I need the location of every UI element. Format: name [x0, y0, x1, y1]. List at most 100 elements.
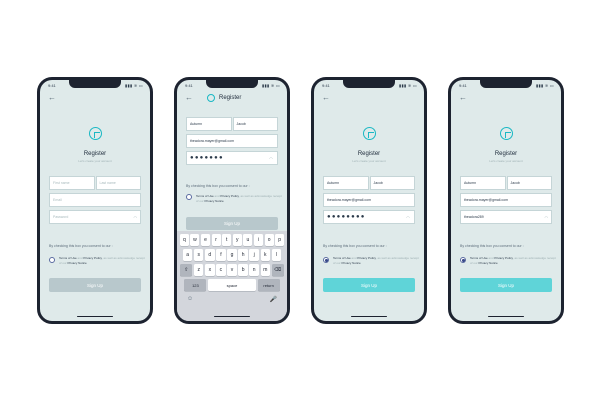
key-z[interactable]: z — [193, 264, 204, 276]
key-f[interactable]: f — [216, 249, 226, 261]
key-g[interactable]: g — [227, 249, 237, 261]
back-arrow-icon[interactable]: ← — [185, 94, 193, 102]
last-name-field[interactable]: Jacob — [232, 117, 278, 131]
consent-text: By checking this box you consent to our … — [186, 184, 250, 188]
consent-text: By checking this box you consent to our … — [460, 244, 524, 248]
back-arrow-icon[interactable]: ← — [459, 94, 467, 102]
last-name-field[interactable]: Jacob — [506, 176, 552, 190]
sign-up-button[interactable]: Sign Up — [460, 278, 552, 292]
key-t[interactable]: t — [222, 234, 232, 246]
privacy-policy-link[interactable]: Privacy Policy — [357, 256, 375, 260]
sign-up-button[interactable]: Sign Up — [49, 278, 141, 292]
key-p[interactable]: p — [275, 234, 285, 246]
logo-icon — [88, 127, 102, 140]
logo-icon — [362, 127, 376, 140]
email-field[interactable]: Email — [49, 193, 141, 207]
key-o[interactable]: o — [264, 234, 274, 246]
privacy-notice-link[interactable]: Privacy Notice — [68, 261, 87, 265]
key-y[interactable]: y — [232, 234, 242, 246]
privacy-notice-link[interactable]: Privacy Notice — [342, 261, 361, 265]
phone-screen-filled: 9:41 ▮▮▮ ≋ ▭ ← Register Let's create you… — [311, 77, 427, 324]
key-i[interactable]: i — [253, 234, 263, 246]
key-d[interactable]: d — [205, 249, 215, 261]
privacy-notice-link[interactable]: Privacy Notice — [479, 261, 498, 265]
eye-icon[interactable]: ◠ — [269, 156, 274, 161]
password-field[interactable]: theadora289 ◠ — [460, 210, 552, 224]
microphone-icon[interactable]: 🎤 — [270, 296, 277, 303]
first-name-field[interactable]: First name — [49, 176, 95, 190]
password-field[interactable]: ●●●●●●●● ◠ — [323, 210, 415, 224]
first-name-field[interactable]: Autumn — [323, 176, 369, 190]
terms-of-use-link[interactable]: Terms of Use — [333, 256, 351, 260]
sign-up-button[interactable]: Sign Up — [323, 278, 415, 292]
consent-checkbox[interactable] — [49, 257, 55, 263]
emoji-icon[interactable]: ☺ — [187, 296, 193, 303]
first-name-field[interactable]: Autumn — [460, 176, 506, 190]
terms-of-use-link[interactable]: Terms of Use — [470, 256, 488, 260]
status-icons: ▮▮▮ ≋ ▭ — [261, 83, 280, 88]
terms-of-use-link[interactable]: Terms of Use — [196, 194, 214, 198]
shift-key[interactable]: ⇧ — [180, 264, 193, 276]
status-time: 9:41 — [459, 83, 467, 88]
terms-text: Terms of Use and Privacy Policy, as well… — [59, 256, 145, 265]
phone-notch — [343, 80, 395, 88]
page-title: Register — [357, 151, 381, 157]
password-field[interactable]: Password ◠ — [49, 210, 141, 224]
first-name-field[interactable]: Autumn — [186, 117, 232, 131]
password-placeholder: Password — [53, 215, 69, 219]
key-x[interactable]: x — [205, 264, 215, 276]
consent-checkbox[interactable] — [186, 194, 192, 200]
email-field[interactable]: theadora.mayer@gmail.com — [186, 134, 278, 148]
key-h[interactable]: h — [238, 249, 248, 261]
status-time: 9:41 — [322, 83, 330, 88]
key-e[interactable]: e — [201, 234, 211, 246]
email-field[interactable]: theadora.mayer@gmail.com — [323, 193, 415, 207]
key-q[interactable]: q — [179, 234, 189, 246]
key-k[interactable]: k — [260, 249, 271, 261]
register-form: Autumn Jacob theadora.mayer@gmail.com ●●… — [323, 176, 415, 227]
key-c[interactable]: c — [216, 264, 226, 276]
sign-up-button[interactable]: Sign Up — [186, 217, 278, 230]
return-key[interactable]: return — [257, 279, 280, 291]
logo-icon — [499, 127, 513, 140]
key-w[interactable]: w — [190, 234, 200, 246]
eye-icon[interactable]: ◠ — [134, 215, 138, 220]
key-b[interactable]: b — [238, 264, 248, 276]
phone-screen-typing: 9:41 ▮▮▮ ≋ ▭ ← Register Autumn Jacob the… — [174, 77, 290, 324]
privacy-policy-link[interactable]: Privacy Policy — [83, 256, 101, 260]
back-arrow-icon[interactable]: ← — [322, 94, 330, 102]
terms-of-use-link[interactable]: Terms of Use — [59, 256, 77, 260]
register-form: First name Last name Email Password ◠ — [49, 176, 141, 227]
email-field[interactable]: theadora.mayer@gmail.com — [460, 193, 552, 207]
home-indicator — [214, 315, 250, 317]
numbers-key[interactable]: 123 — [184, 279, 207, 291]
key-l[interactable]: l — [271, 249, 282, 261]
status-icons: ▮▮▮ ≋ ▭ — [398, 83, 417, 88]
register-form: Autumn Jacob theadora.mayer@gmail.com ●●… — [186, 117, 278, 168]
privacy-policy-link[interactable]: Privacy Policy — [220, 194, 238, 198]
key-n[interactable]: n — [249, 264, 259, 276]
terms-text: Terms of Use and Privacy Policy, as well… — [333, 256, 419, 265]
key-s[interactable]: s — [193, 249, 204, 261]
last-name-field[interactable]: Last name — [95, 176, 141, 190]
key-a[interactable]: a — [182, 249, 193, 261]
privacy-notice-link[interactable]: Privacy Notice — [205, 199, 224, 203]
consent-checkbox-checked[interactable] — [323, 257, 329, 263]
key-j[interactable]: j — [249, 249, 259, 261]
key-m[interactable]: m — [260, 264, 271, 276]
consent-checkbox-checked[interactable] — [460, 257, 466, 263]
delete-key[interactable]: ⌫ — [271, 264, 284, 276]
last-name-field[interactable]: Jacob — [369, 176, 415, 190]
keyboard-row-2: asdfghjkl — [179, 249, 285, 261]
space-key[interactable]: space — [208, 279, 256, 291]
status-time: 9:41 — [185, 83, 193, 88]
key-v[interactable]: v — [227, 264, 237, 276]
eye-icon[interactable]: ◠ — [545, 215, 549, 220]
privacy-policy-link[interactable]: Privacy Policy — [494, 256, 512, 260]
password-field[interactable]: ●●●●●●● ◠ — [186, 151, 278, 165]
eye-icon[interactable]: ◠ — [406, 215, 411, 220]
key-r[interactable]: r — [211, 234, 221, 246]
back-arrow-icon[interactable]: ← — [48, 94, 56, 102]
key-u[interactable]: u — [243, 234, 253, 246]
password-value: theadora289 — [464, 215, 484, 219]
